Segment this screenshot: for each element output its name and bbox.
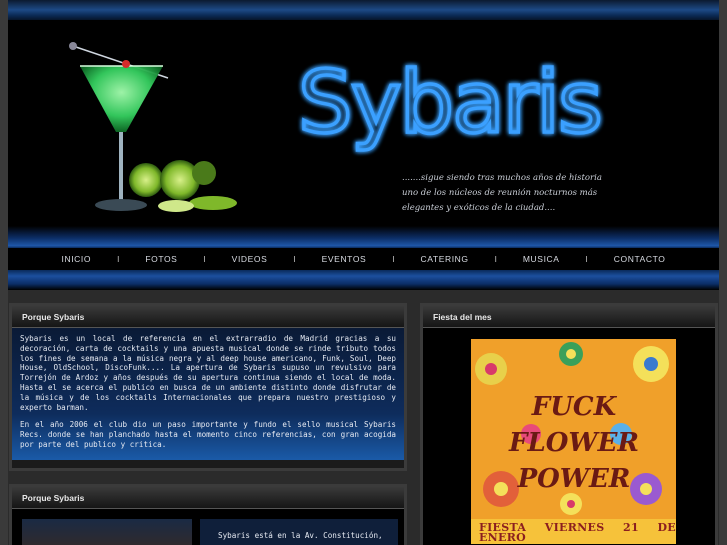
about-panel: Porque Sybaris Sybaris es un local de re… [9, 303, 407, 471]
tagline-line-2: uno de los núcleos de reunión nocturnos … [402, 187, 598, 198]
nav-separator: I [494, 254, 497, 264]
nav-separator: I [392, 254, 395, 264]
brand-logo: Sybaris [298, 53, 601, 153]
poster-date: FIESTA VIERNES 21 DE ENERO [479, 521, 676, 544]
nav-item-inicio[interactable]: INICIO [62, 254, 92, 264]
about-paragraph-1: Sybaris es un local de referencia en el … [20, 334, 396, 412]
tagline-line-3: elegantes y exóticos de la ciudad.... [402, 202, 555, 213]
header-artwork: Sybaris .......sigue siendo tras muchos … [69, 42, 605, 213]
header-blue-band [8, 226, 719, 248]
nav-blue-band [8, 270, 719, 290]
nav-separator: I [117, 254, 120, 264]
nav-item-catering[interactable]: CATERING [421, 254, 469, 264]
nav-item-videos[interactable]: VIDEOS [232, 254, 268, 264]
left-frame [0, 0, 8, 545]
nav-item-fotos[interactable]: FOTOS [145, 254, 177, 264]
event-poster[interactable]: FUCK FLOWER POWER FIESTA VIERNES 21 DE E… [471, 339, 676, 544]
nav-item-musica[interactable]: MUSICA [523, 254, 560, 264]
nav-item-contacto[interactable]: CONTACTO [614, 254, 666, 264]
nav-separator: I [585, 254, 588, 264]
right-frame [719, 0, 727, 545]
nav-separator: I [203, 254, 206, 264]
nav-item-eventos[interactable]: EVENTOS [322, 254, 367, 264]
panel-title: Fiesta del mes [423, 306, 715, 328]
fiesta-body: FUCK FLOWER POWER FIESTA VIERNES 21 DE E… [423, 328, 715, 545]
main-navigation: INICIO I FOTOS I VIDEOS I EVENTOS I CATE… [8, 248, 719, 270]
panel-title: Porque Sybaris [12, 487, 404, 509]
about-2-body: Sybaris está en la Av. Constitución, [12, 509, 404, 545]
about-paragraph-2: En el año 2006 el club dio un paso impor… [20, 420, 396, 449]
site-header: Sybaris .......sigue siendo tras muchos … [8, 20, 719, 232]
about-panel-2: Porque Sybaris Sybaris está en la Av. Co… [9, 484, 407, 545]
fiesta-panel: Fiesta del mes FUCK FLOWER POWER FIESTA … [420, 303, 718, 545]
page: Sybaris .......sigue siendo tras muchos … [0, 0, 727, 545]
panel-title: Porque Sybaris [12, 306, 404, 328]
about-text: Sybaris es un local de referencia en el … [12, 328, 404, 460]
address-snippet: Sybaris está en la Av. Constitución, [218, 531, 383, 540]
venue-photo [22, 519, 192, 545]
top-gradient-bar [0, 0, 727, 22]
tagline-line-1: .......sigue siendo tras muchos años de … [402, 173, 602, 183]
poster-title: FUCK FLOWER POWER [508, 392, 639, 494]
nav-separator: I [293, 254, 296, 264]
